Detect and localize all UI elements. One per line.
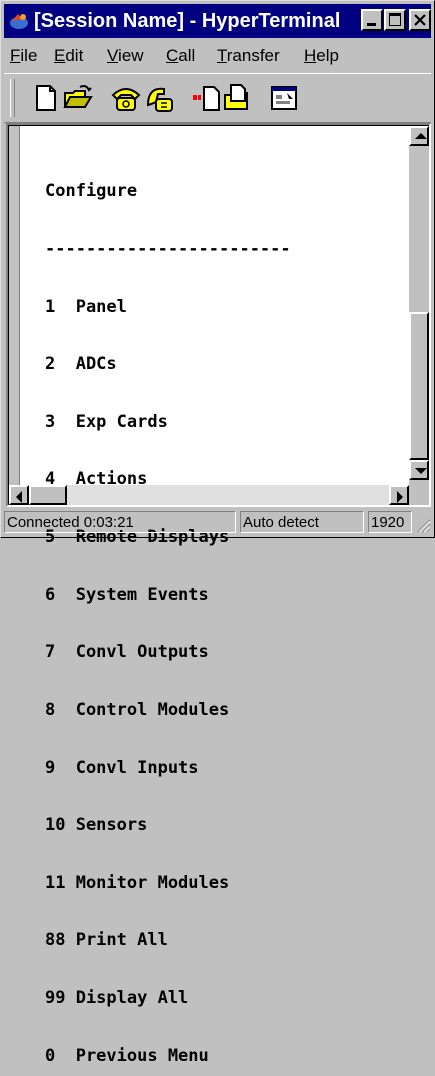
menu-file[interactable]: File (10, 46, 37, 66)
menu-bar: File Edit View Call Transfer Help (4, 41, 431, 71)
menu-transfer[interactable]: Transfer (217, 46, 280, 66)
status-bar: Connected 0:03:21 Auto detect 1920 (4, 511, 431, 535)
terminal-line: 7 Convl Outputs (45, 642, 209, 663)
terminal-frame: Configure ------------------------ 1 Pan… (8, 125, 429, 1065)
title-bar[interactable]: [Session Name] - HyperTerminal (4, 4, 431, 38)
up-arrow-icon (415, 133, 427, 139)
vertical-scrollbar[interactable] (409, 126, 429, 488)
terminal-line: 0 Previous Menu (45, 1045, 209, 1066)
toolbar-grip (10, 79, 15, 117)
terminal-left-margin (9, 126, 20, 488)
status-detect: Auto detect (240, 511, 364, 533)
terminal-line: 6 System Events (45, 584, 209, 605)
window-title: [Session Name] - HyperTerminal (34, 10, 341, 32)
hyperterminal-app-icon[interactable] (8, 11, 30, 31)
scroll-up-button[interactable] (409, 126, 429, 146)
close-button[interactable] (409, 9, 431, 31)
terminal-line: Configure (45, 181, 138, 202)
terminal-area[interactable]: Configure ------------------------ 1 Pan… (6, 123, 431, 1065)
right-arrow-icon (397, 491, 403, 503)
terminal-output: Configure ------------------------ 1 Pan… (45, 144, 291, 1076)
resize-grip-icon[interactable] (415, 517, 431, 533)
terminal-line: 11 Monitor Modules (45, 872, 230, 893)
terminal-line: 9 Convl Inputs (45, 757, 199, 778)
maximize-button[interactable] (384, 9, 406, 31)
receive-file-icon[interactable] (223, 83, 253, 113)
vertical-scroll-thumb[interactable] (409, 312, 429, 460)
open-folder-icon[interactable] (63, 83, 93, 113)
menu-call[interactable]: Call (166, 46, 195, 66)
left-arrow-icon (16, 491, 22, 503)
disconnect-phone-icon[interactable] (144, 83, 174, 113)
send-file-icon[interactable] (192, 83, 222, 113)
minimize-button[interactable] (361, 9, 383, 31)
terminal-line: 10 Sensors (45, 815, 148, 836)
connect-phone-icon[interactable] (111, 83, 141, 113)
terminal-line: 1 Panel (45, 296, 127, 317)
terminal-line: ------------------------ (45, 239, 291, 260)
terminal-line: 2 ADCs (45, 354, 117, 375)
hyperterminal-window: [Session Name] - HyperTerminal File Edit… (0, 0, 435, 1065)
menu-help[interactable]: Help (304, 46, 339, 66)
scrollbar-corner (409, 485, 429, 505)
down-arrow-icon (415, 468, 427, 474)
menu-edit[interactable]: Edit (54, 46, 83, 66)
terminal-line: 8 Control Modules (45, 699, 230, 720)
scroll-left-button[interactable] (9, 485, 29, 505)
status-baud: 1920 (368, 511, 412, 533)
scroll-right-button[interactable] (389, 485, 409, 505)
horizontal-scroll-thumb[interactable] (29, 485, 67, 505)
horizontal-scrollbar[interactable] (9, 485, 409, 505)
new-document-icon[interactable] (31, 83, 61, 113)
properties-icon[interactable] (269, 83, 299, 113)
terminal-line: 3 Exp Cards (45, 411, 168, 432)
terminal-line: 88 Print All (45, 930, 168, 951)
status-connection: Connected 0:03:21 (4, 511, 236, 533)
terminal-line: 99 Display All (45, 987, 189, 1008)
terminal-screen[interactable]: Configure ------------------------ 1 Pan… (21, 126, 406, 1065)
menu-view[interactable]: View (107, 46, 144, 66)
scroll-down-button[interactable] (409, 460, 429, 480)
